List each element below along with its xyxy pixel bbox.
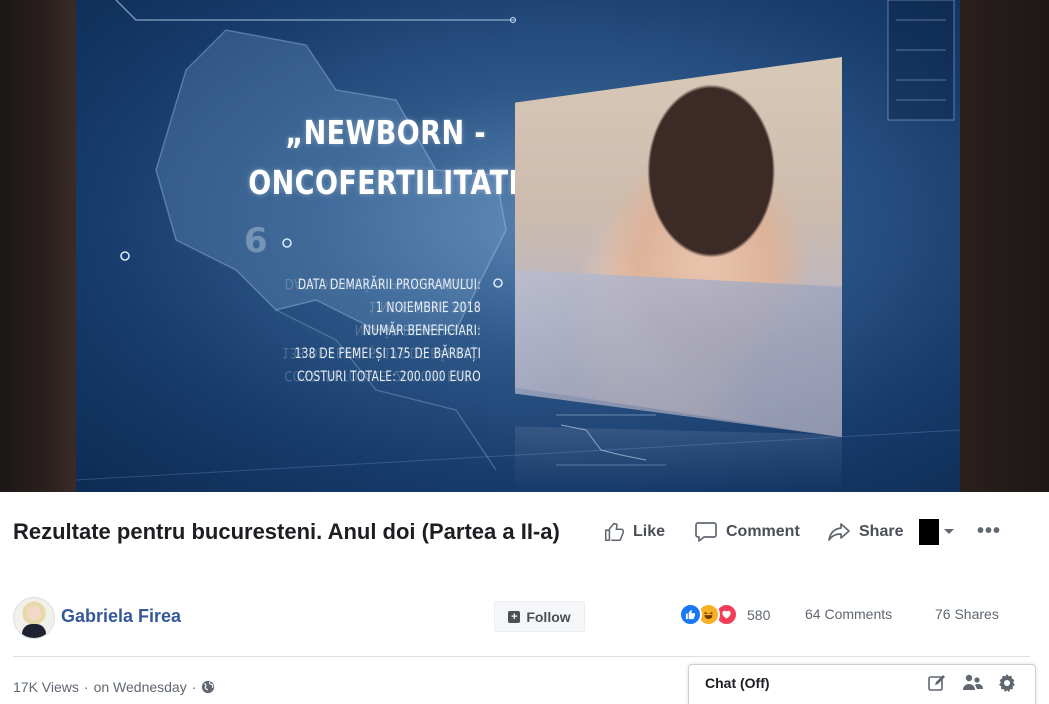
comment-label: Comment bbox=[726, 523, 800, 540]
chevron-down-icon bbox=[944, 529, 954, 534]
follow-button[interactable]: + Follow bbox=[494, 601, 585, 632]
like-label: Like bbox=[633, 523, 666, 540]
video-headline: „NEWBORN - ONCOFERTILITATE” bbox=[248, 113, 546, 202]
avatar[interactable] bbox=[13, 597, 55, 639]
more-options-button[interactable]: ••• bbox=[977, 520, 1001, 543]
gear-icon[interactable] bbox=[997, 673, 1017, 693]
info-reflection-line: NUMĂR BENEFICIARI: bbox=[354, 321, 481, 337]
video-letterbox-left bbox=[0, 0, 76, 492]
meta-separator: · bbox=[191, 679, 197, 695]
plus-icon: + bbox=[508, 610, 521, 623]
share-label: Share bbox=[859, 523, 904, 540]
follow-label: Follow bbox=[526, 608, 571, 625]
post-meta: 17K Views · on Wednesday · bbox=[13, 679, 215, 695]
info-reflection-line: COSTURI TOTALE: 200.000 EURO bbox=[284, 367, 481, 383]
map-sector-label: 6 bbox=[244, 221, 268, 261]
views-count: 17K Views bbox=[13, 679, 79, 695]
post-date[interactable]: on Wednesday bbox=[94, 679, 187, 695]
shares-count-link[interactable]: 76 Shares bbox=[935, 606, 999, 622]
people-icon[interactable] bbox=[961, 673, 985, 693]
share-audience-dropdown[interactable] bbox=[919, 518, 955, 546]
comment-bubble-icon bbox=[695, 522, 717, 542]
divider bbox=[13, 656, 1030, 657]
reactions-summary[interactable]: 580 bbox=[679, 603, 770, 626]
like-button[interactable]: Like bbox=[603, 518, 665, 546]
globe-icon[interactable] bbox=[201, 680, 215, 694]
video-frame[interactable]: 6 „NEWBORN - ONCOFERTILITATE” DATA DEMAR… bbox=[76, 0, 960, 492]
video-player[interactable]: 6 „NEWBORN - ONCOFERTILITATE” DATA DEMAR… bbox=[0, 0, 1049, 492]
thumbs-up-icon bbox=[604, 522, 624, 542]
share-button[interactable]: Share bbox=[827, 518, 903, 546]
avatar-figure bbox=[22, 624, 46, 638]
comments-count-link[interactable]: 64 Comments bbox=[805, 606, 892, 622]
share-arrow-icon bbox=[828, 523, 850, 541]
author-name-link[interactable]: Gabriela Firea bbox=[61, 606, 181, 627]
info-reflection-line: 138 DE FEMEI ȘI 175 DE BĂRBAȚI bbox=[282, 344, 481, 360]
chat-status-label[interactable]: Chat (Off) bbox=[705, 675, 770, 691]
share-target-swatch bbox=[919, 519, 939, 545]
video-letterbox-right bbox=[960, 0, 1049, 492]
meta-separator: · bbox=[83, 679, 89, 695]
reaction-count: 580 bbox=[747, 606, 771, 623]
compose-icon[interactable] bbox=[927, 673, 947, 693]
comment-button[interactable]: Comment bbox=[694, 518, 800, 546]
info-reflection-line: DATA DEMARĂRII PROGRAMULUI: bbox=[284, 275, 481, 291]
like-reaction-icon bbox=[679, 603, 702, 626]
info-reflection-line: 1 NOIEMBRIE 2018 bbox=[368, 298, 481, 314]
chat-bar[interactable]: Chat (Off) bbox=[688, 664, 1036, 704]
post-title: Rezultate pentru bucuresteni. Anul doi (… bbox=[13, 519, 560, 544]
